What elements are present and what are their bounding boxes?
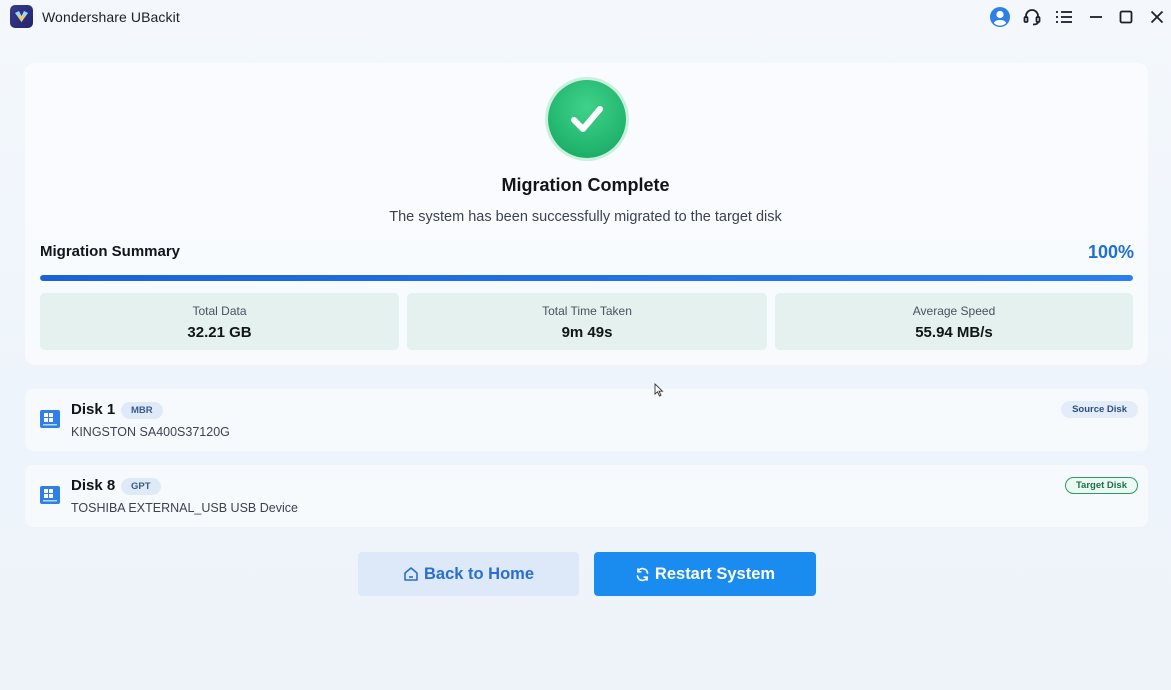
disk-model: TOSHIBA EXTERNAL_USB USB Device [71, 501, 298, 515]
app-title: Wondershare UBackit [42, 9, 180, 25]
maximize-icon[interactable] [1115, 6, 1137, 28]
support-icon[interactable] [1021, 6, 1043, 28]
source-disk-badge: Source Disk [1061, 401, 1138, 418]
menu-icon[interactable] [1053, 6, 1075, 28]
mouse-cursor-icon [654, 382, 664, 397]
source-disk-card: Disk 1 MBR KINGSTON SA400S37120G Source … [25, 389, 1148, 451]
disk-model: KINGSTON SA400S37120G [71, 425, 230, 439]
disk-icon [39, 484, 61, 506]
stat-label: Total Data [192, 304, 247, 318]
account-icon[interactable] [989, 6, 1011, 28]
minimize-icon[interactable] [1085, 6, 1107, 28]
migration-title: Migration Complete [501, 175, 670, 195]
home-icon [403, 566, 419, 582]
stat-label: Average Speed [912, 304, 996, 318]
progress-bar [40, 275, 1133, 281]
stat-value: 32.21 GB [187, 324, 252, 341]
target-disk-card: Disk 8 GPT TOSHIBA EXTERNAL_USB USB Devi… [25, 465, 1148, 527]
disk-name: Disk 1 [71, 401, 116, 418]
stat-total-data: Total Data 32.21 GB [40, 293, 399, 350]
progress-percent: 100% [1087, 242, 1134, 262]
partition-style-badge: MBR [121, 402, 163, 419]
stat-average-speed: Average Speed 55.94 MB/s [775, 293, 1133, 350]
refresh-icon [635, 567, 650, 582]
disk-icon [39, 408, 61, 430]
progress-fill [40, 275, 1133, 281]
summary-label: Migration Summary [40, 243, 181, 260]
back-to-home-label: Back to Home [423, 564, 535, 583]
stat-value: 9m 49s [561, 324, 613, 341]
restart-system-button[interactable]: Restart System [594, 552, 816, 596]
migration-subtitle: The system has been successfully migrate… [389, 209, 782, 225]
partition-style-badge: GPT [121, 478, 161, 495]
disk-name: Disk 8 [71, 477, 116, 494]
title-bar: Wondershare UBackit [0, 0, 1171, 34]
success-check-icon [548, 80, 626, 158]
restart-system-label: Restart System [654, 564, 776, 583]
stat-total-time: Total Time Taken 9m 49s [407, 293, 767, 350]
back-to-home-button[interactable]: Back to Home [358, 552, 579, 596]
close-icon[interactable] [1146, 6, 1168, 28]
stat-label: Total Time Taken [542, 304, 632, 318]
app-logo [10, 5, 33, 28]
target-disk-badge: Target Disk [1064, 477, 1138, 494]
stat-value: 55.94 MB/s [915, 324, 993, 341]
